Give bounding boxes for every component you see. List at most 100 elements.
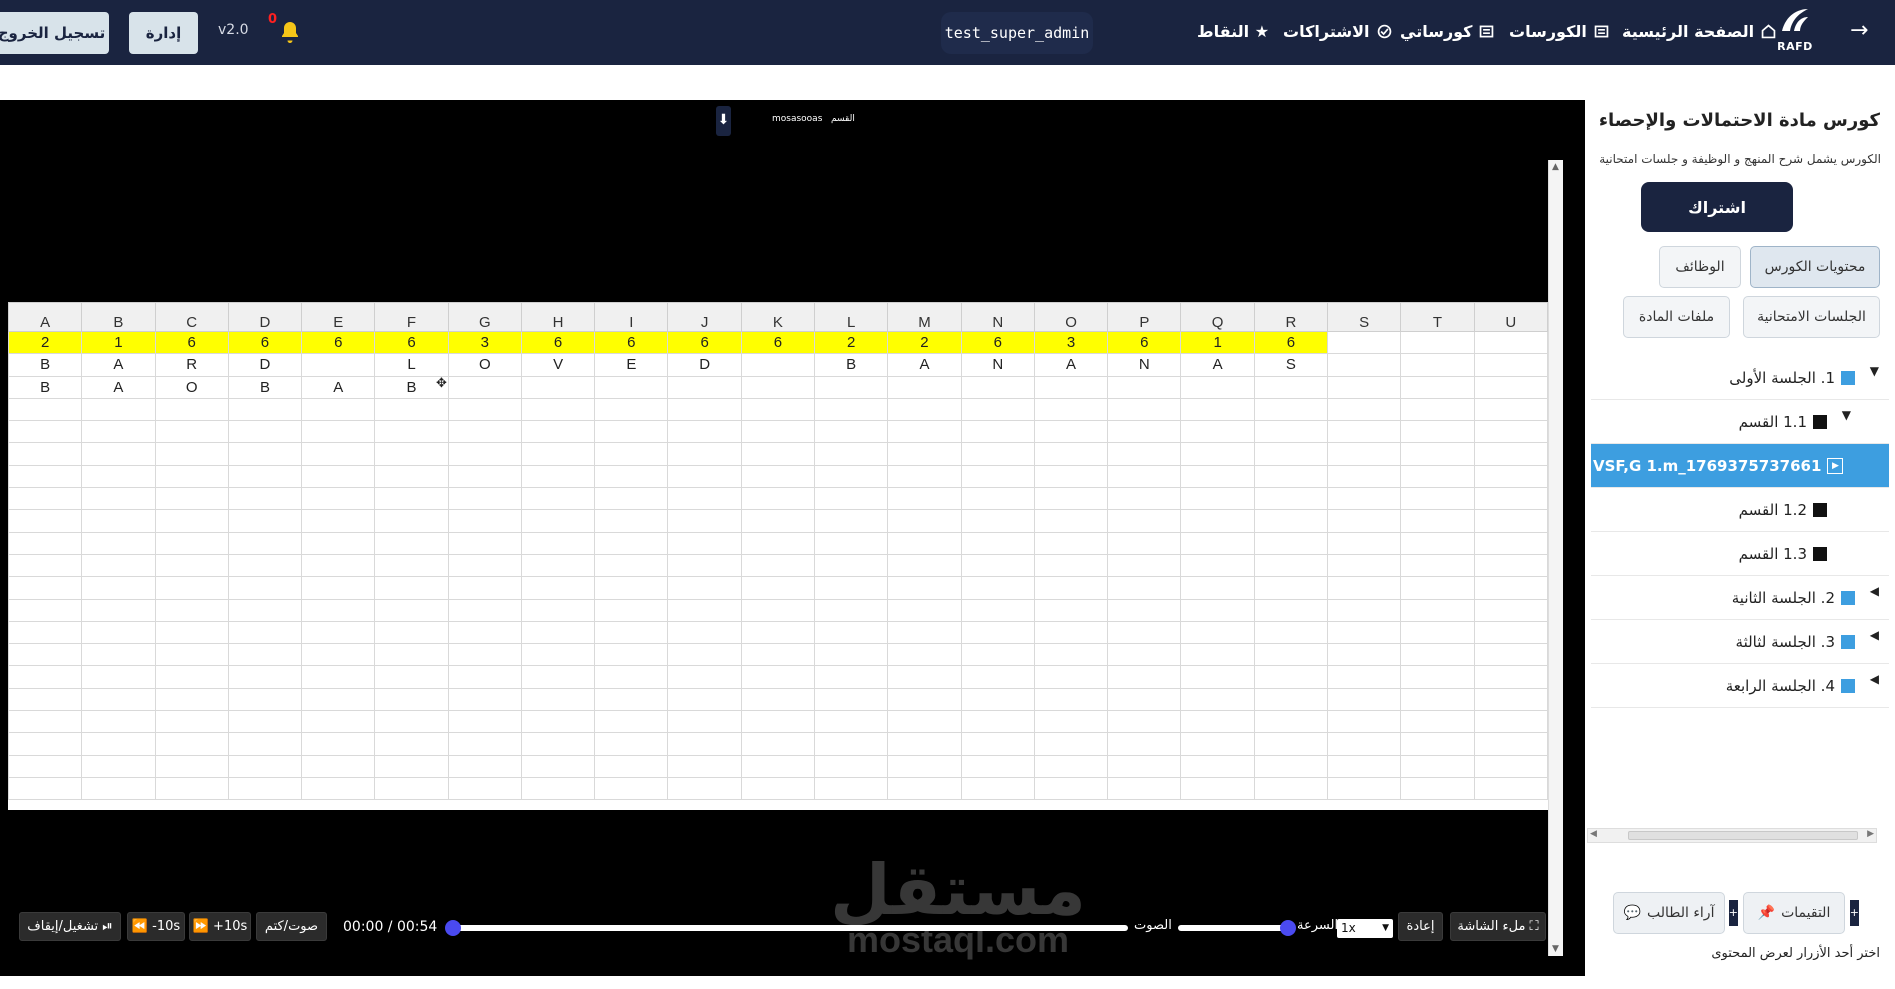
tab-exam-sessions[interactable]: الجلسات الامتحانية — [1743, 296, 1880, 338]
nav-my-courses[interactable]: كورساتي — [1400, 22, 1495, 41]
nav-courses[interactable]: الكورسات — [1509, 22, 1610, 41]
tab-course-contents[interactable]: محتويات الكورس — [1750, 246, 1880, 288]
subscribe-button[interactable]: اشتراك — [1641, 182, 1793, 232]
mute-button[interactable]: صوت/كتم — [256, 912, 327, 941]
video-scrollbar[interactable]: ▲ ▼ — [1548, 160, 1563, 956]
sheet-cell — [1473, 487, 1548, 511]
column-header: U — [1473, 302, 1548, 332]
sheet-cell — [1253, 754, 1329, 778]
sheet-cell — [960, 553, 1035, 578]
volume-slider[interactable] — [1178, 925, 1289, 931]
column-header: R — [1253, 302, 1329, 332]
sheet-cell — [374, 464, 449, 489]
fullscreen-button[interactable]: ملء الشاشة ⛶ — [1450, 912, 1546, 941]
nav-subscriptions[interactable]: الاشتراكات — [1283, 22, 1393, 41]
sheet-cell — [520, 442, 596, 466]
rewind-10-button[interactable]: ⏪ -10s — [127, 912, 185, 941]
tree-item[interactable]: 1.1 القسم ▼ — [1591, 400, 1889, 444]
sheet-cell — [154, 598, 229, 622]
sheet-cell — [667, 487, 742, 511]
forward-10-button[interactable]: ⏩ +10s — [189, 912, 251, 941]
sheet-cell — [667, 687, 742, 712]
sheet-cell — [8, 710, 83, 734]
tree-item[interactable]: VSF,G 1.m_1769375737661 ▶ — [1591, 444, 1889, 488]
square-icon — [1813, 414, 1827, 429]
volume-thumb[interactable] — [1280, 920, 1296, 936]
sidebar-hscrollbar[interactable]: ◀ ▶ — [1587, 828, 1877, 843]
sheet-cell — [740, 687, 816, 712]
sheet-cell — [594, 420, 669, 444]
caret-icon[interactable]: ◀ — [1870, 584, 1879, 598]
column-header: B — [81, 302, 156, 332]
sheet-cell — [814, 487, 889, 511]
sheet-cell — [447, 397, 522, 422]
sheet-row — [8, 598, 1548, 622]
tree-item-label: 1. الجلسة الأولى — [1729, 368, 1835, 387]
sheet-cell — [1473, 732, 1548, 756]
play-pause-button[interactable]: تشغيل/إيقاف ⏯ — [19, 912, 121, 941]
tree-item[interactable]: 1.2 القسم — [1591, 488, 1889, 532]
sheet-cell — [740, 420, 816, 444]
tree-item[interactable]: 1.3 القسم — [1591, 532, 1889, 576]
sheet-cell — [374, 620, 449, 645]
scroll-thumb[interactable] — [1628, 831, 1858, 840]
hint-text: اختر أحد الأزرار لعرض المحتوى — [1711, 946, 1880, 961]
replay-button[interactable]: إعادة — [1398, 912, 1443, 941]
progress-track[interactable] — [450, 925, 1128, 931]
sheet-cell — [520, 643, 596, 667]
sheet-cell — [447, 576, 522, 600]
caret-icon[interactable]: ◀ — [1870, 672, 1879, 686]
column-header: E — [301, 302, 376, 332]
sheet-cell — [1253, 420, 1329, 444]
nav-home[interactable]: الصفحة الرئيسية — [1622, 22, 1777, 41]
rafd-logo[interactable]: RAFD — [1775, 5, 1815, 57]
scroll-right-icon[interactable]: ▶ — [1867, 829, 1874, 839]
caret-icon[interactable]: ▼ — [1870, 364, 1879, 378]
sheet-cell — [740, 509, 816, 533]
tab-course-files[interactable]: ملفات المادة — [1623, 296, 1730, 338]
sheet-cell — [1400, 732, 1475, 756]
back-arrow-icon[interactable]: → — [1850, 18, 1868, 43]
sheet-cell — [1253, 576, 1329, 600]
square-icon — [1813, 546, 1827, 561]
caret-icon[interactable]: ▼ — [1842, 408, 1851, 422]
sheet-cell — [594, 576, 669, 600]
tree-item-label: 1.2 القسم — [1738, 500, 1807, 519]
nav-points[interactable]: ★ النقاط — [1197, 22, 1269, 41]
scroll-up-icon[interactable]: ▲ — [1552, 162, 1559, 172]
sheet-cell — [740, 776, 816, 801]
caret-icon[interactable]: ◀ — [1870, 628, 1879, 642]
add-icon[interactable]: + — [1850, 900, 1859, 926]
logout-button[interactable]: تسجيل الخروج — [0, 12, 109, 54]
sheet-cell — [1473, 531, 1548, 555]
sheet-cell — [374, 509, 449, 533]
sheet-cell — [374, 397, 449, 422]
tree-item[interactable]: 1. الجلسة الأولى ▼ — [1591, 356, 1889, 400]
sheet-cell — [301, 576, 376, 600]
sheet-cell — [227, 397, 303, 422]
tree-item[interactable]: 4. الجلسة الرابعة ◀ — [1591, 664, 1889, 708]
username-badge[interactable]: test_super_admin — [941, 12, 1093, 54]
student-opinions-button[interactable]: آراء الطالب 💬 — [1613, 892, 1725, 934]
speed-select[interactable]: 1x ▼ — [1337, 919, 1393, 938]
add-icon[interactable]: + — [1729, 900, 1738, 926]
scroll-left-icon[interactable]: ◀ — [1590, 829, 1597, 839]
sheet-cell — [1033, 598, 1109, 622]
ratings-button[interactable]: التقيمات 📌 — [1743, 892, 1845, 934]
tab-assignments[interactable]: الوظائف — [1659, 246, 1741, 288]
sheet-cell — [1107, 732, 1182, 756]
sheet-cell — [81, 643, 156, 667]
bell-icon[interactable] — [278, 20, 302, 44]
sheet-row — [8, 420, 1548, 444]
tree-item[interactable]: 3. الجلسة لثالثة ◀ — [1591, 620, 1889, 664]
admin-button[interactable]: إدارة — [129, 12, 198, 54]
sheet-cell — [227, 710, 303, 734]
progress-thumb[interactable] — [445, 920, 461, 936]
tree-item[interactable]: 2. الجلسة الثانية ◀ — [1591, 576, 1889, 620]
sheet-cell — [1033, 620, 1109, 645]
download-icon[interactable]: ⬇ — [716, 106, 731, 136]
sheet-cell — [301, 710, 376, 734]
sheet-cell — [887, 420, 962, 444]
sheet-cell — [227, 687, 303, 712]
sheet-cell — [154, 531, 229, 555]
